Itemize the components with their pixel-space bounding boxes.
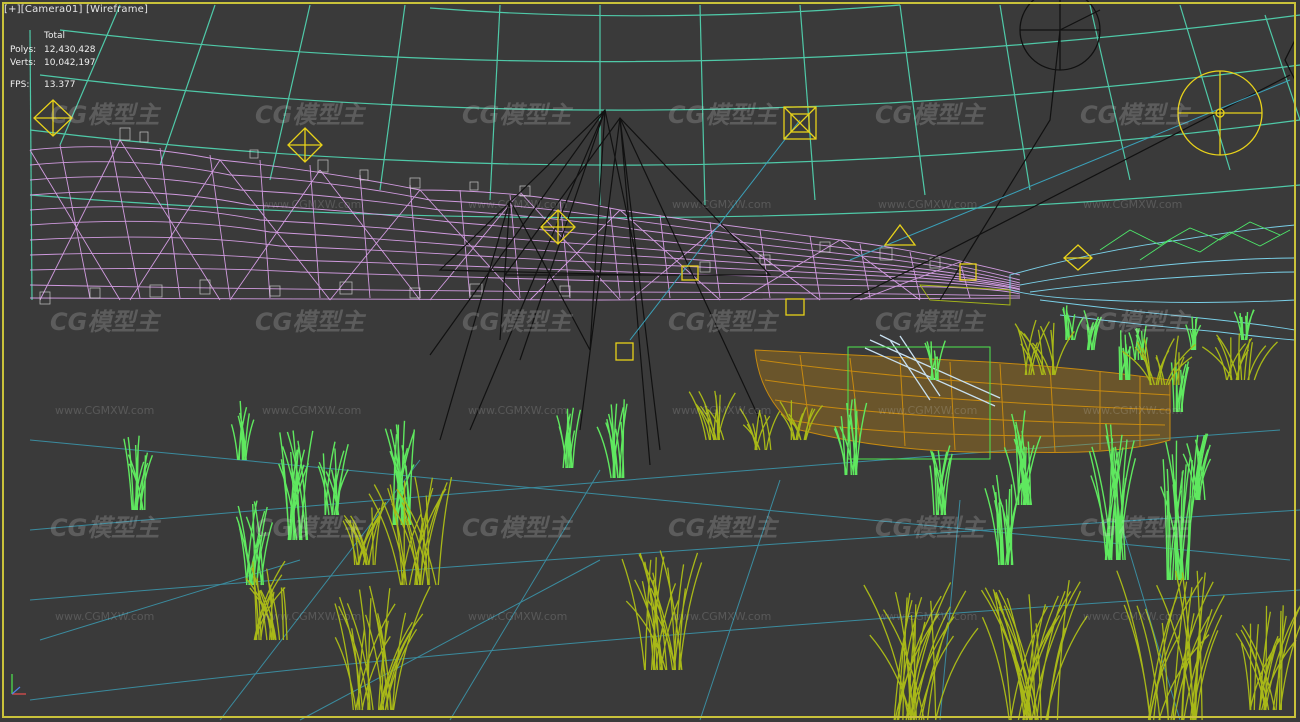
- watermark-url: www.CGMXW.com: [1083, 198, 1183, 211]
- watermark-logo: CG模型主: [50, 101, 160, 129]
- watermark-logo: CG模型主: [1080, 308, 1190, 336]
- viewport-camera-button[interactable]: [Camera01]: [21, 4, 83, 15]
- watermark-url: www.CGMXW.com: [55, 404, 155, 417]
- stats-verts-row: Verts: 10,042,197: [10, 57, 96, 71]
- grass-clump: [1201, 333, 1278, 381]
- stats-fps-row: FPS: 13.377: [10, 79, 96, 93]
- watermark-logo: CG模型主: [50, 514, 160, 542]
- grass-clump: [863, 582, 979, 721]
- watermark-logo: CG模型主: [462, 101, 572, 129]
- grass-clump: [1116, 570, 1225, 721]
- stats-fps-label: FPS:: [10, 79, 30, 90]
- watermark-url: www.CGMXW.com: [672, 198, 772, 211]
- viewport-statistics: Total Polys: 12,430,428 Verts: 10,042,19…: [10, 30, 96, 92]
- grass-clump: [334, 585, 431, 711]
- light-helper-icon: [1019, 0, 1296, 81]
- grass-clump: [984, 474, 1023, 566]
- watermark-logo: CG模型主: [668, 101, 778, 129]
- viewport-shading-button[interactable]: [Wireframe]: [86, 4, 148, 15]
- watermark-logo: CG模型主: [255, 308, 365, 336]
- axis-gizmo-icon: [11, 674, 26, 695]
- watermark-logo: CG模型主: [50, 308, 160, 336]
- watermark-logo: CG模型主: [668, 308, 778, 336]
- watermark-logo: CG模型主: [255, 101, 365, 129]
- watermark-url: www.CGMXW.com: [262, 404, 362, 417]
- ground-plane-grid: [29, 429, 1300, 721]
- grass-clump: [317, 441, 349, 516]
- watermark-url: www.CGMXW.com: [468, 610, 568, 623]
- watermark-logo: CG模型主: [462, 308, 572, 336]
- watermark-logo: CG模型主: [668, 514, 778, 542]
- grass-clump: [123, 435, 154, 511]
- watermark-url: www.CGMXW.com: [672, 404, 772, 417]
- stats-polys-label: Polys:: [10, 44, 37, 55]
- watermark-url: www.CGMXW.com: [262, 610, 362, 623]
- watermark-url: www.CGMXW.com: [1083, 610, 1183, 623]
- watermark-url: www.CGMXW.com: [468, 404, 568, 417]
- grass-clump: [230, 400, 255, 461]
- watermark-logo: CG模型主: [1080, 101, 1190, 129]
- watermark-logo: CG模型主: [462, 514, 572, 542]
- watermark-url: www.CGMXW.com: [878, 198, 978, 211]
- grass-clump: [1235, 605, 1300, 711]
- watermark-url: www.CGMXW.com: [55, 610, 155, 623]
- watermark-logo: CG模型主: [1080, 514, 1190, 542]
- grass-clump: [596, 399, 628, 479]
- watermark-logo: CG模型主: [875, 308, 985, 336]
- viewport-label: [+][Camera01] [Wireframe]: [4, 4, 148, 15]
- watermark-url: www.CGMXW.com: [262, 198, 362, 211]
- 3d-viewport[interactable]: CG模型主 CG模型主 CG模型主 CG模型主 CG模型主 CG模型主 CG模型…: [0, 0, 1300, 722]
- watermark-url: www.CGMXW.com: [1083, 404, 1183, 417]
- watermark-logo: CG模型主: [255, 514, 365, 542]
- grass-clump: [1182, 433, 1212, 501]
- stats-verts-value: 10,042,197: [44, 58, 96, 68]
- watermark-url: www.CGMXW.com: [878, 404, 978, 417]
- watermark-url: www.CGMXW.com: [878, 610, 978, 623]
- stats-polys-value: 12,430,428: [44, 44, 96, 55]
- stats-fps-value: 13.377: [44, 79, 76, 90]
- watermark-url: www.CGMXW.com: [468, 198, 568, 211]
- watermark-logo: CG模型主: [875, 101, 985, 129]
- grass-clump: [1118, 330, 1132, 381]
- sun-helper-icon: [1177, 70, 1263, 156]
- viewport-menu-button[interactable]: [+]: [4, 4, 21, 15]
- stats-verts-label: Verts:: [10, 58, 36, 68]
- watermark-logo: CG模型主: [875, 514, 985, 542]
- watermark-url: www.CGMXW.com: [672, 610, 772, 623]
- stats-polys-row: Polys: 12,430,428: [10, 44, 96, 58]
- grass-clump: [980, 580, 1088, 721]
- stats-header: Total: [44, 31, 66, 41]
